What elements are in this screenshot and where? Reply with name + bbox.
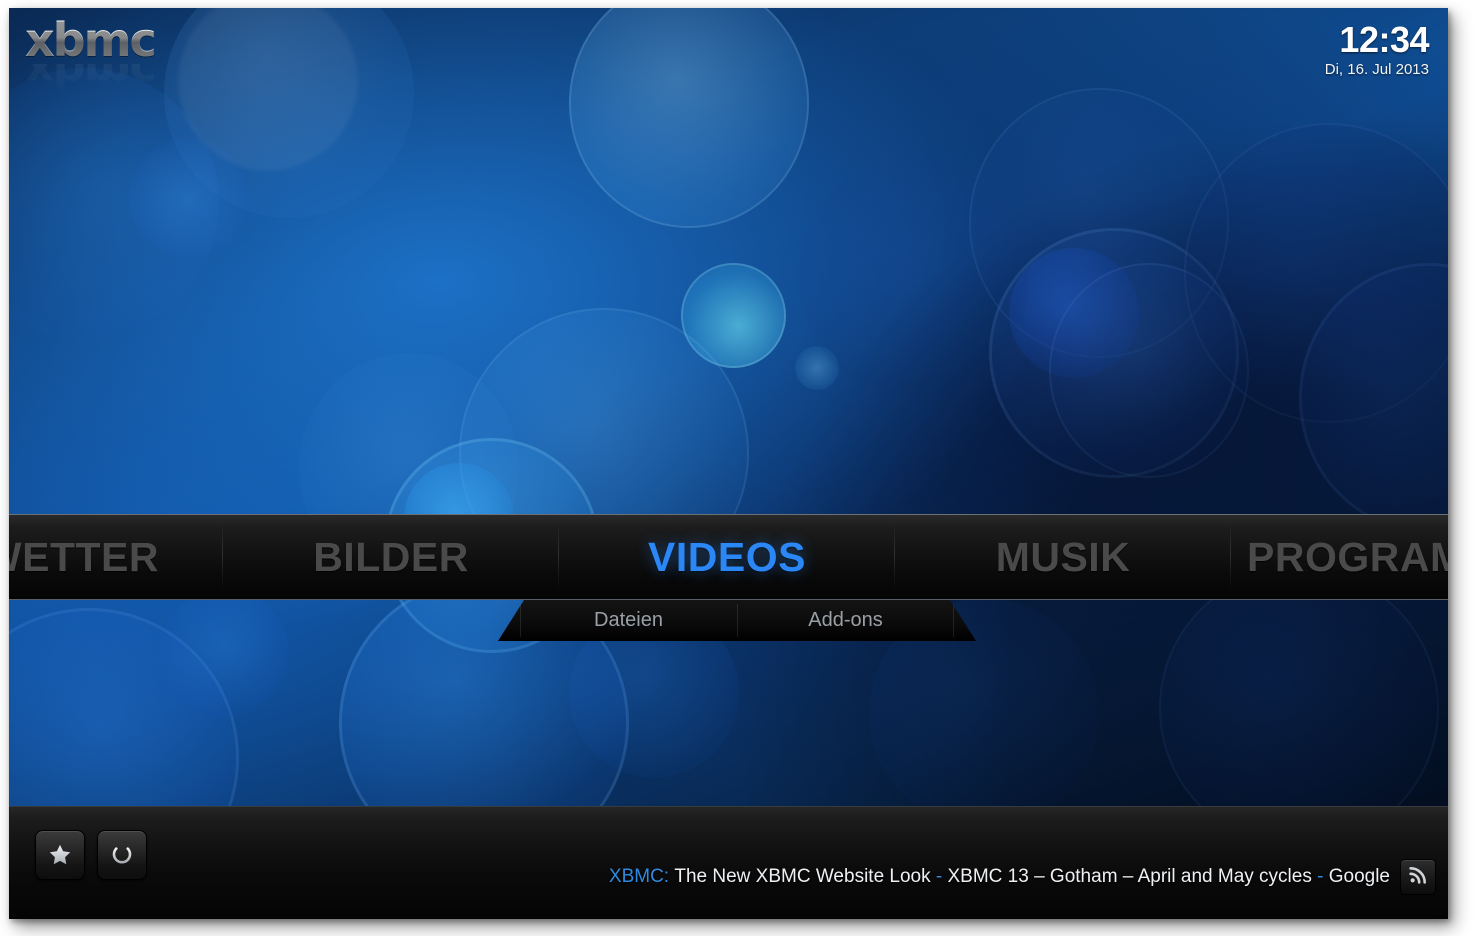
bokeh-circle	[681, 263, 786, 368]
menu-item-videos[interactable]: VIDEOS	[559, 515, 895, 599]
bokeh-circle	[1049, 263, 1249, 478]
rss-source-label: XBMC:	[608, 866, 670, 887]
main-menu-bar: WETTER BILDER VIDEOS MUSIK PROGRAMME	[9, 514, 1448, 600]
clock: 12:34 Di, 16. Jul 2013	[1324, 19, 1430, 80]
submenu-bar: Dateien Add-ons	[498, 600, 976, 641]
footer-bar: XBMC: The New XBMC Website Look - XBMC 1…	[9, 806, 1448, 919]
menu-item-bilder[interactable]: BILDER	[223, 515, 559, 599]
submenu-separator	[520, 604, 521, 637]
rss-headline-3: Google	[1328, 866, 1390, 887]
menu-item-label: PROGRAMME	[1247, 533, 1448, 580]
rss-headline-1-text: The New XBMC Website Look	[674, 866, 931, 887]
rss-headline-2: XBMC 13 – Gotham – April and May cycles	[947, 866, 1312, 887]
submenu-separator	[737, 604, 738, 637]
rss-separator: -	[935, 866, 943, 887]
favourites-button[interactable]	[35, 830, 85, 880]
rss-ticker-text: XBMC: The New XBMC Website Look - XBMC 1…	[609, 866, 1390, 888]
submenu-item-label: Add-ons	[808, 609, 883, 631]
rss-feed-button[interactable]	[1400, 859, 1436, 895]
submenu-item-dateien[interactable]: Dateien	[520, 600, 737, 641]
page-root: xbmc xbmc 12:34 Di, 16. Jul 2013 WETTER …	[0, 0, 1476, 936]
xbmc-logo-reflection: xbmc	[25, 64, 155, 94]
menu-item-programme[interactable]: PROGRAMME	[1231, 515, 1448, 599]
bokeh-circle	[1009, 248, 1139, 378]
clock-date: Di, 16. Jul 2013	[1324, 61, 1429, 78]
bokeh-circle	[1184, 123, 1448, 423]
clock-time: 12:34	[1339, 19, 1429, 60]
menu-item-wetter[interactable]: WETTER	[9, 515, 223, 599]
bokeh-circle	[159, 588, 289, 718]
menu-item-label: VIDEOS	[648, 533, 806, 580]
menu-item-label: BILDER	[313, 533, 469, 580]
bokeh-circle	[129, 138, 249, 258]
wallpaper-background	[9, 8, 1448, 919]
bokeh-circle	[795, 346, 839, 390]
submenu-item-label: Dateien	[594, 609, 663, 631]
bokeh-circle	[9, 68, 219, 338]
rss-separator: -	[1317, 866, 1324, 887]
rss-icon	[1408, 865, 1428, 890]
rss-ticker[interactable]: XBMC: The New XBMC Website Look - XBMC 1…	[129, 862, 1390, 892]
star-icon	[47, 842, 73, 868]
menu-item-label: MUSIK	[995, 533, 1131, 580]
submenu-separator	[953, 604, 954, 637]
bokeh-circle	[989, 228, 1239, 478]
menu-item-musik[interactable]: MUSIK	[895, 515, 1231, 599]
xbmc-logo: xbmc	[25, 17, 210, 63]
bokeh-circle	[969, 88, 1229, 358]
header: xbmc xbmc 12:34 Di, 16. Jul 2013	[9, 8, 1448, 103]
bokeh-circle	[799, 158, 1029, 398]
xbmc-window: xbmc xbmc 12:34 Di, 16. Jul 2013 WETTER …	[9, 8, 1448, 919]
bokeh-circle	[1299, 263, 1448, 533]
menu-item-label: WETTER	[9, 533, 159, 580]
submenu-item-addons[interactable]: Add-ons	[737, 600, 954, 641]
